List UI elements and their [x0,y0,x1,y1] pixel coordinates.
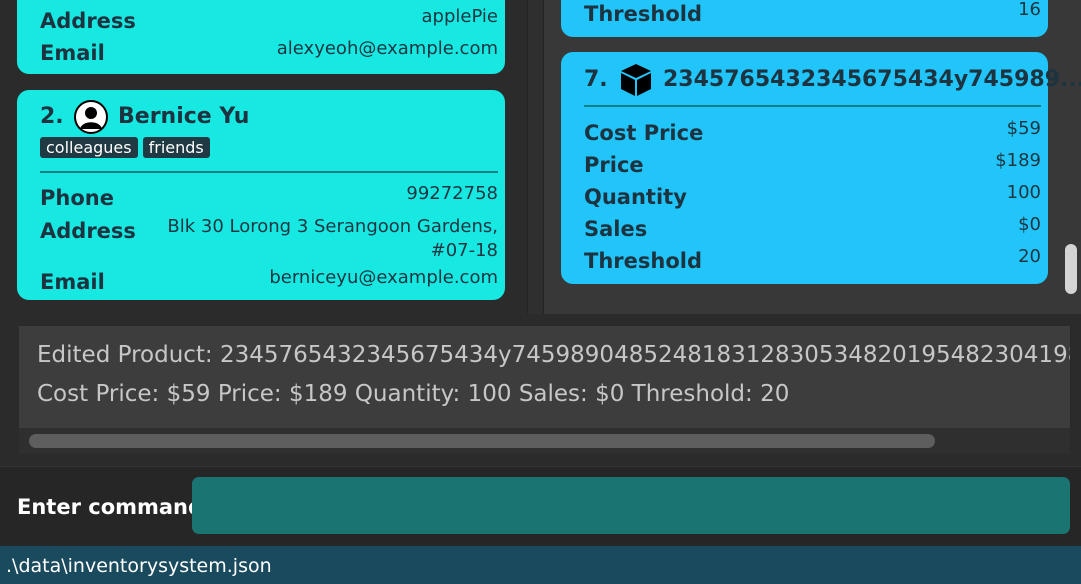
phone-label: Phone [40,186,114,210]
sales-label: Sales [584,217,648,241]
person-avatar-icon [74,100,108,134]
split-pane-divider[interactable] [527,0,544,314]
result-line-1: Edited Product: 2345765432345675434y7459… [37,342,1071,368]
price-value: $189 [995,150,1041,171]
tag-list: colleagues friends [40,137,215,158]
result-scrollbar-track[interactable] [19,428,1070,454]
person-index: 2. [40,104,64,129]
cost-price-label: Cost Price [584,121,704,145]
product-list-panel[interactable]: Threshold 16 7. 2345765432345675434y7459… [544,0,1081,314]
address-value: applePie [421,6,499,27]
address-label: Address [40,219,136,243]
threshold-value: 16 [1018,0,1041,20]
email-label: Email [40,41,105,65]
person-card[interactable]: Address applePie Email alexyeoh@example.… [17,0,505,74]
product-card[interactable]: 7. 2345765432345675434y745989... Cost Pr… [561,52,1081,284]
result-scrollbar-thumb[interactable] [29,434,935,448]
tag-colleagues: colleagues [40,137,138,158]
quantity-label: Quantity [584,185,687,209]
data-file-path: .\data\inventorysystem.json [6,555,272,577]
product-name: 2345765432345675434y745989... [663,67,1081,92]
command-input[interactable] [192,477,1070,534]
product-list-scrollbar[interactable] [1065,244,1077,294]
product-card[interactable]: Threshold 16 [561,0,1048,37]
quantity-value: 100 [1006,182,1041,203]
result-display: Edited Product: 2345765432345675434y7459… [18,325,1071,455]
product-index: 7. [584,67,608,92]
command-bar: Enter command [0,466,1081,547]
person-list-panel[interactable]: Address applePie Email alexyeoh@example.… [0,0,527,314]
product-box-icon [619,62,653,98]
address-value-line2: #07-18 [430,240,498,261]
card-divider [584,105,1041,107]
address-label: Address [40,9,136,33]
threshold-value: 20 [1018,246,1041,267]
email-label: Email [40,270,105,294]
sales-value: $0 [1018,214,1041,235]
card-divider [40,171,498,173]
address-value-line1: Blk 30 Lorong 3 Serangoon Gardens, [167,216,498,237]
tag-friends: friends [142,137,210,158]
price-label: Price [584,153,644,177]
status-bar: .\data\inventorysystem.json [0,546,1081,584]
email-value: alexyeoh@example.com [276,38,498,59]
threshold-label: Threshold [584,2,702,26]
threshold-label: Threshold [584,249,702,273]
cost-price-value: $59 [1006,118,1041,139]
person-card[interactable]: 2. Bernice Yu colleagues friends Phone 99… [17,90,505,300]
result-line-2: Cost Price: $59 Price: $189 Quantity: 10… [37,381,790,407]
email-value: berniceyu@example.com [269,267,498,288]
person-name: Bernice Yu [118,104,250,129]
command-label: Enter command [17,495,204,519]
phone-value: 99272758 [406,183,498,204]
